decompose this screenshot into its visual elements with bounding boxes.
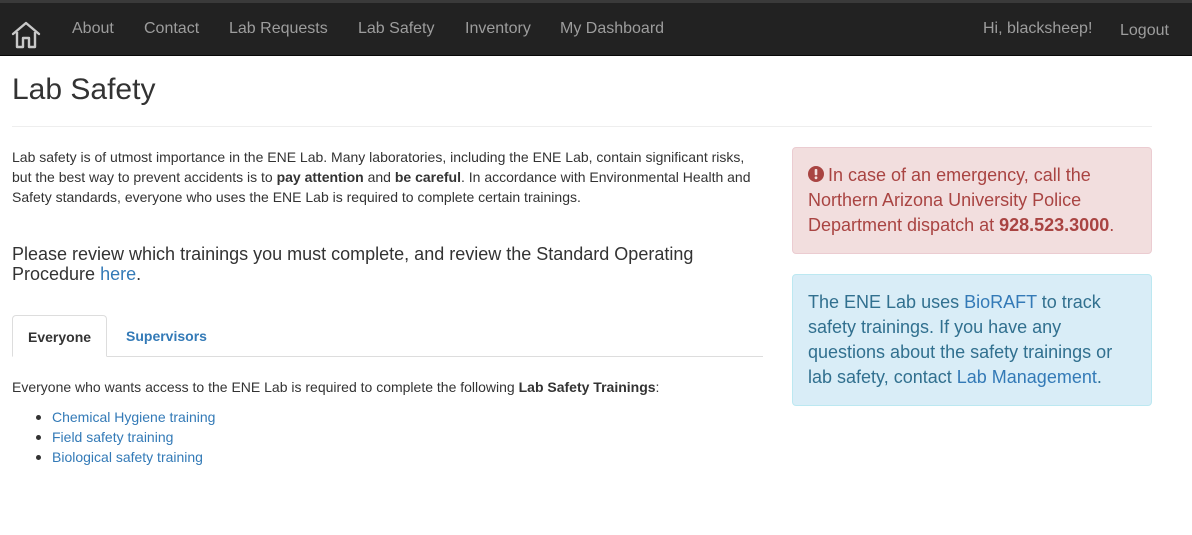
title-divider	[12, 126, 1152, 127]
home-icon[interactable]	[10, 19, 42, 51]
nav-contact[interactable]: Contact	[144, 19, 199, 39]
nav-inventory[interactable]: Inventory	[465, 19, 531, 39]
sop-here-link[interactable]: here	[100, 264, 136, 284]
nav-lab-safety[interactable]: Lab Safety	[358, 19, 435, 39]
bioraft-link[interactable]: BioRAFT	[964, 292, 1037, 312]
tab-everyone[interactable]: Everyone	[12, 315, 107, 357]
review-end: .	[136, 263, 142, 284]
emergency-end: .	[1109, 215, 1115, 235]
chemical-hygiene-training-link[interactable]: Chemical Hygiene training	[52, 409, 215, 425]
page-title: Lab Safety	[12, 73, 156, 106]
exclamation-circle-icon	[808, 166, 824, 182]
bullet	[36, 415, 41, 420]
lab-management-link[interactable]: Lab Management	[957, 367, 1097, 387]
intro-bold-be-careful: be careful	[394, 169, 461, 185]
intro-paragraph: Lab safety is of utmost importance in th…	[12, 147, 764, 207]
everyone-bold: Lab Safety Trainings	[518, 379, 656, 395]
nav-my-dashboard[interactable]: My Dashboard	[560, 19, 664, 39]
tab-supervisors[interactable]: Supervisors	[111, 315, 222, 357]
everyone-description: Everyone who wants access to the ENE Lab…	[12, 377, 659, 397]
info-text-1: The ENE Lab uses	[808, 292, 965, 312]
training-list: Chemical Hygiene training Field safety t…	[36, 407, 215, 467]
nav-lab-requests[interactable]: Lab Requests	[229, 19, 328, 39]
intro-text-2: and	[363, 169, 395, 185]
emergency-alert: In case of an emergency, call the Northe…	[792, 147, 1152, 254]
logout-link[interactable]: Logout	[1120, 21, 1169, 41]
list-item: Field safety training	[36, 427, 215, 447]
field-safety-training-link[interactable]: Field safety training	[52, 429, 173, 445]
info-end: .	[1096, 367, 1102, 387]
bullet	[36, 435, 41, 440]
nav-about[interactable]: About	[72, 19, 114, 39]
bullet	[36, 455, 41, 460]
everyone-text: Everyone who wants access to the ENE Lab…	[12, 379, 519, 395]
everyone-end: :	[655, 379, 660, 395]
nav-user-greeting[interactable]: Hi, blacksheep!	[983, 19, 1092, 39]
top-navbar: About Contact Lab Requests Lab Safety In…	[0, 0, 1192, 56]
list-item: Biological safety training	[36, 447, 215, 467]
list-item: Chemical Hygiene training	[36, 407, 215, 427]
info-alert: The ENE Lab uses BioRAFT to track safety…	[792, 274, 1152, 406]
biological-safety-training-link[interactable]: Biological safety training	[52, 449, 203, 465]
intro-bold-pay-attention: pay attention	[276, 169, 364, 185]
emergency-phone: 928.523.3000	[999, 215, 1110, 235]
training-tabs: Everyone Supervisors	[12, 315, 763, 357]
review-heading: Please review which trainings you must c…	[12, 244, 752, 284]
